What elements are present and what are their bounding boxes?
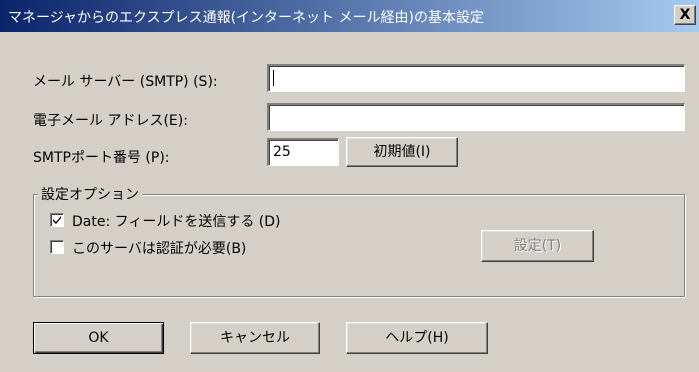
mail-server-input[interactable] [267, 64, 685, 92]
help-button[interactable]: ヘルプ(H) [346, 322, 488, 354]
close-button[interactable]: X [674, 5, 696, 25]
email-address-label: 電子メール アドレス(E): [33, 113, 188, 129]
settings-button[interactable]: 設定(T) [481, 230, 594, 262]
smtp-port-input[interactable]: 25 [267, 138, 339, 166]
ok-button[interactable]: OK [33, 322, 164, 354]
close-icon: X [679, 7, 691, 23]
window-title: マネージャからのエクスプレス通報(インターネット メール経由)の基本設定 [8, 10, 484, 26]
email-address-input[interactable] [267, 103, 685, 131]
smtp-port-value: 25 [273, 144, 291, 160]
date-field-label[interactable]: Date: フィールドを送信する (D) [72, 211, 281, 231]
mail-server-label: メール サーバー (SMTP) (S): [33, 74, 218, 90]
checkmark-icon [53, 216, 61, 224]
options-group-title: 設定オプション [38, 184, 142, 204]
auth-required-checkbox[interactable] [50, 240, 64, 254]
cancel-button[interactable]: キャンセル [190, 322, 320, 354]
smtp-port-label: SMTPポート番号 (P): [33, 150, 170, 166]
title-bar: マネージャからのエクスプレス通報(インターネット メール経由)の基本設定 X [0, 0, 699, 32]
default-value-button[interactable]: 初期値(I) [346, 137, 458, 167]
text-caret [273, 70, 274, 86]
auth-required-label[interactable]: このサーバは認証が必要(B) [72, 238, 246, 258]
date-field-checkbox[interactable] [50, 213, 64, 227]
